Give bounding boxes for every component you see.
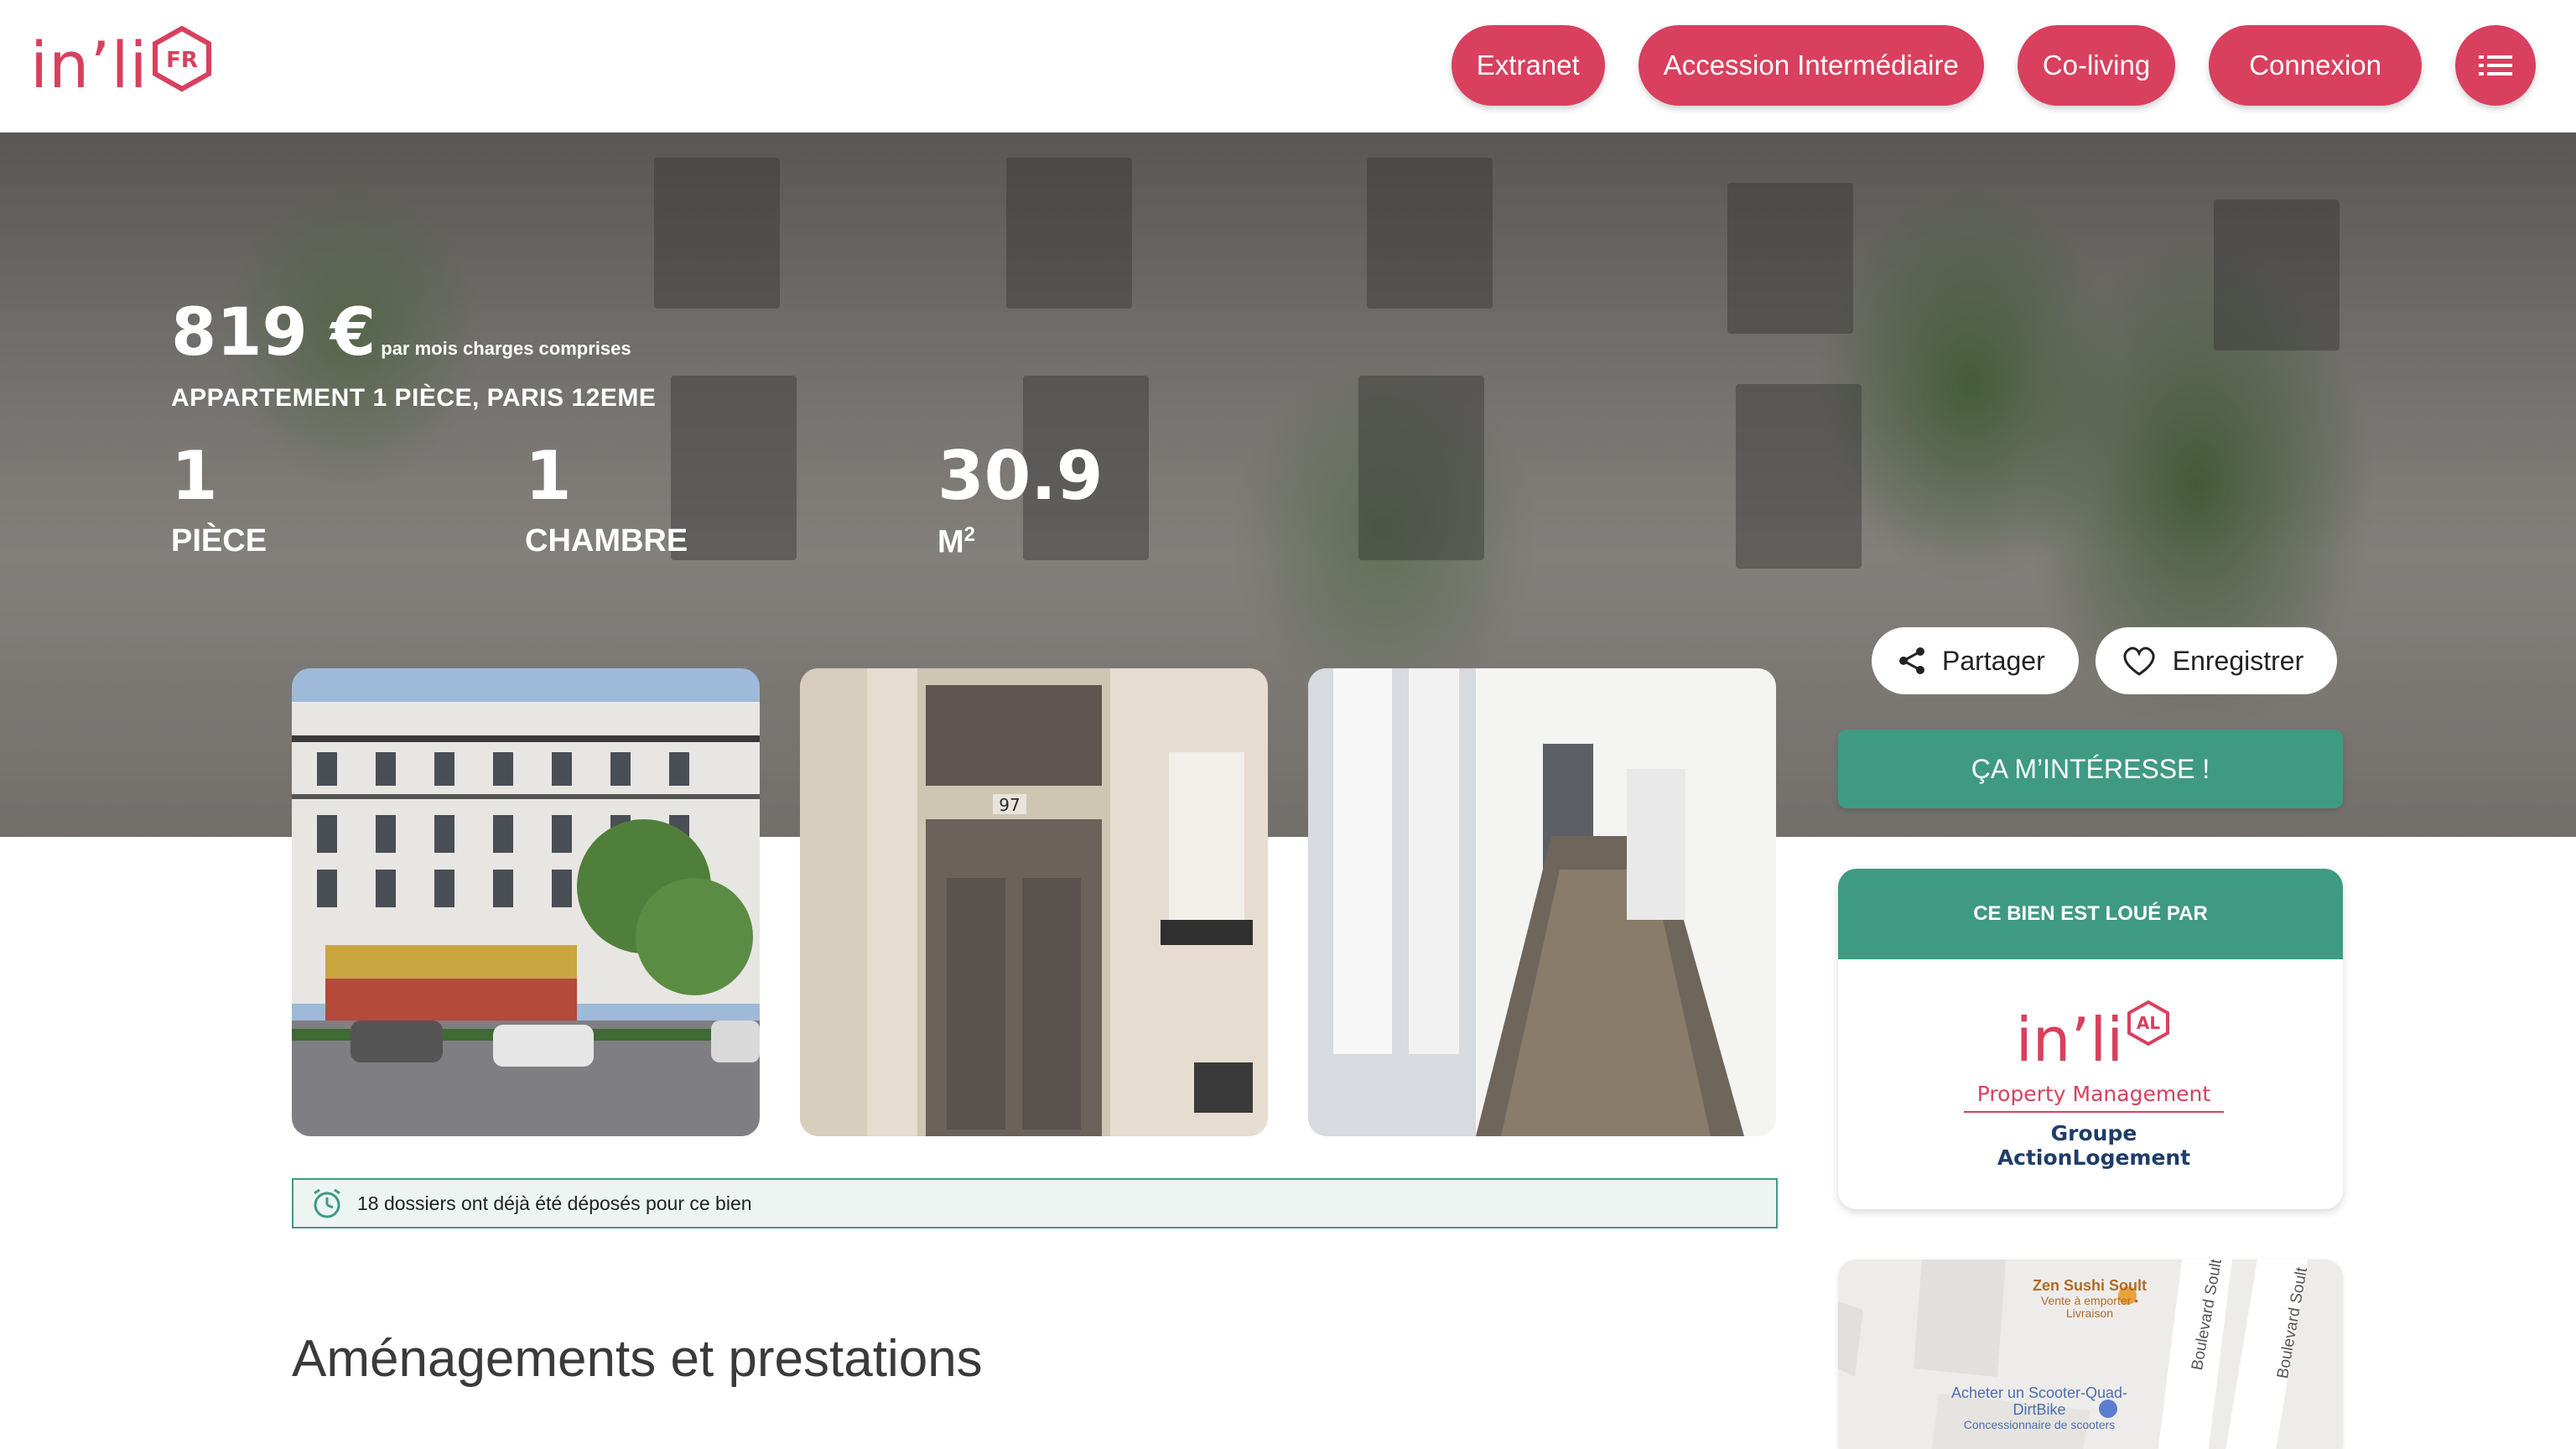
logo-badge-text: FR	[166, 48, 198, 73]
entrance-photo-image: 97	[800, 668, 1268, 1136]
agent-logo-badge-text: AL	[2137, 1013, 2160, 1033]
logo-badge-icon: FR	[152, 25, 211, 92]
building-photo-image	[292, 668, 760, 1136]
stat-surface: 30.9 M2	[937, 443, 1103, 561]
logo-text: in’li	[30, 28, 148, 102]
save-button[interactable]: Enregistrer	[2095, 627, 2338, 694]
menu-lines-icon	[2479, 55, 2512, 75]
stat-chambres: 1 CHAMBRE	[525, 443, 688, 559]
agent-logo-row: in’li AL	[1964, 1000, 2224, 1075]
listing-stats: 1 PIÈCE 1 CHAMBRE 30.9 M2	[171, 443, 1177, 577]
stat-value: 1	[171, 437, 218, 515]
menu-button[interactable]	[2455, 25, 2536, 106]
agent-logo-group: Groupe ActionLogement	[1997, 1121, 2191, 1170]
applications-notice: 18 dossiers ont déjà été déposés pour ce…	[292, 1178, 1778, 1228]
agent-logo-pm: Property Management	[1964, 1082, 2224, 1113]
nav-accession-button[interactable]: Accession Intermédiaire	[1638, 25, 1984, 106]
save-label: Enregistrer	[2172, 645, 2304, 676]
agent-logo-badge-icon: AL	[2127, 1000, 2170, 1046]
map-poi-scooter[interactable]: Acheter un Scooter-Quad-DirtBike Concess…	[1939, 1384, 2140, 1431]
site-logo[interactable]: in’li FR	[30, 25, 214, 97]
heart-icon	[2123, 647, 2155, 676]
map-poi-name: Zen Sushi Soult	[2032, 1277, 2147, 1294]
agent-card: CE BIEN EST LOUÉ PAR in’li AL Property M…	[1838, 869, 2343, 1209]
map-poi-restaurant[interactable]: Zen Sushi Soult Vente à emporter • Livra…	[2006, 1277, 2174, 1321]
listing-summary: 819 € par mois charges comprises APPARTE…	[171, 300, 1103, 560]
nav-coliving-button[interactable]: Co-living	[2017, 25, 2176, 106]
photo-entrance[interactable]: 97	[800, 668, 1268, 1136]
stat-label: CHAMBRE	[525, 523, 688, 558]
stat-unit-sup: 2	[963, 523, 976, 546]
location-map[interactable]: Zen Sushi Soult Vente à emporter • Livra…	[1838, 1259, 2343, 1449]
agent-card-header: CE BIEN EST LOUÉ PAR	[1838, 869, 2343, 959]
price-note: par mois charges comprises	[381, 338, 631, 359]
share-icon	[1899, 647, 1924, 674]
stat-label: M2	[937, 523, 1103, 561]
share-label: Partager	[1942, 645, 2045, 676]
notice-text: 18 dossiers ont déjà été déposés pour ce…	[357, 1192, 752, 1214]
stat-pieces: 1 PIÈCE	[171, 443, 267, 559]
site-header: in’li FR Extranet Accession Intermédiair…	[0, 0, 2576, 132]
price-row: 819 € par mois charges comprises	[171, 300, 656, 366]
nav-extranet-button[interactable]: Extranet	[1451, 25, 1605, 106]
top-nav: Extranet Accession Intermédiaire Co-livi…	[1418, 25, 2536, 106]
interested-button[interactable]: ÇA M’INTÉRESSE !	[1838, 730, 2343, 808]
stat-value: 1	[525, 437, 572, 515]
map-poi-sub: Concessionnaire de scooters	[1963, 1417, 2116, 1431]
photo-building[interactable]	[292, 668, 760, 1136]
price: 819 €	[171, 295, 377, 371]
stat-unit: M	[937, 524, 964, 560]
listing-actions: Partager Enregistrer	[1872, 627, 2354, 694]
hallway-photo-image	[1308, 668, 1776, 1136]
alarm-clock-icon	[314, 1188, 340, 1218]
door-number: 97	[999, 795, 1020, 815]
map-poi-name: Acheter un Scooter-Quad-DirtBike	[1950, 1384, 2128, 1418]
stat-value: 30.9	[937, 437, 1104, 515]
listing-subtitle: APPARTEMENT 1 PIÈCE, PARIS 12EME	[171, 384, 657, 412]
map-poi-sub: Vente à emporter • Livraison	[2040, 1293, 2139, 1321]
section-title: Aménagements et prestations	[292, 1330, 983, 1388]
agent-logo[interactable]: in’li AL Property Management Groupe Acti…	[1964, 1000, 2224, 1170]
photo-hallway[interactable]	[1308, 668, 1776, 1136]
stat-label: PIÈCE	[171, 523, 267, 558]
share-button[interactable]: Partager	[1872, 627, 2079, 694]
agent-logo-title: in’li	[2015, 1005, 2124, 1075]
nav-connexion-button[interactable]: Connexion	[2209, 25, 2422, 106]
